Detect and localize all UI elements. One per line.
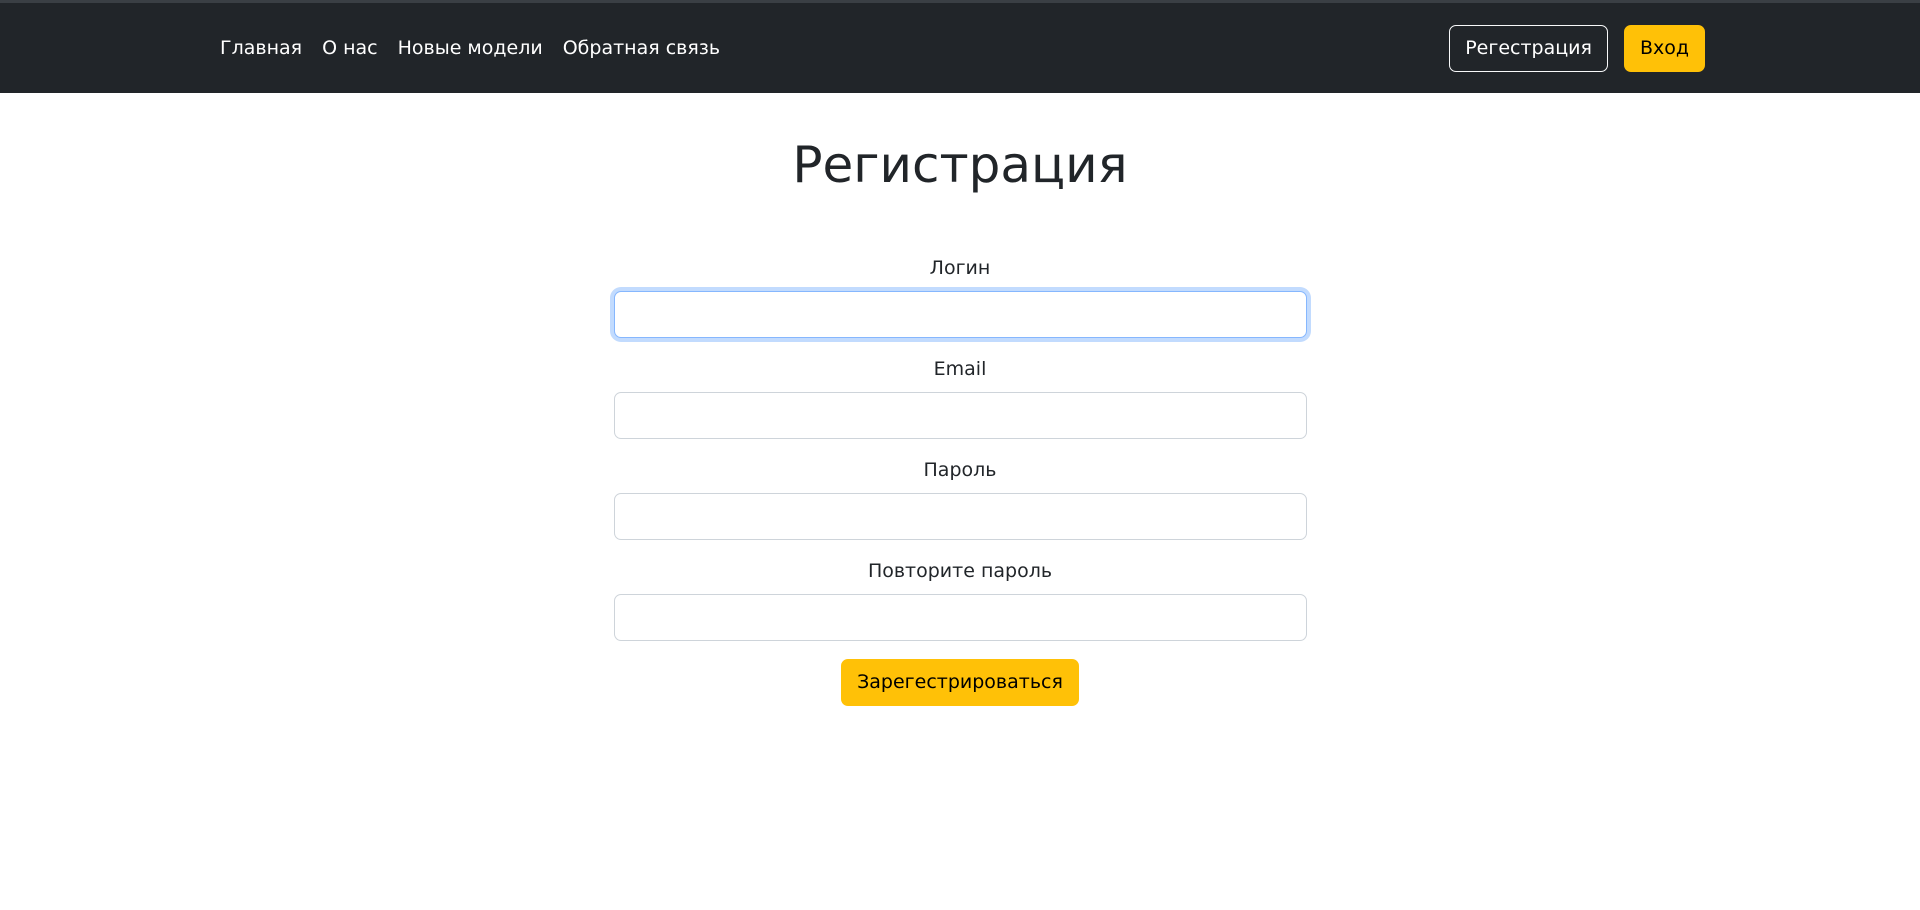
registration-form: Логин Email Пароль Повторите пароль Заре… — [613, 255, 1307, 706]
submit-wrap: Зарегестрироваться — [614, 659, 1307, 706]
nav-actions: Регестрация Вход — [1449, 3, 1705, 93]
login-input[interactable] — [613, 291, 1307, 338]
page-title: Регистрация — [792, 136, 1128, 194]
email-input[interactable] — [613, 392, 1307, 439]
confirm-password-input[interactable] — [613, 594, 1307, 641]
email-label: Email — [933, 358, 987, 380]
nav-link-home[interactable]: Главная — [220, 37, 302, 59]
main-content: Регистрация Логин Email Пароль Повторите… — [0, 93, 1920, 706]
navbar: Главная О нас Новые модели Обратная связ… — [0, 3, 1920, 93]
password-label: Пароль — [923, 459, 997, 481]
nav-link-about[interactable]: О нас — [322, 37, 378, 59]
login-label: Логин — [929, 257, 991, 279]
nav-link-new-models[interactable]: Новые модели — [398, 37, 543, 59]
nav-links: Главная О нас Новые модели Обратная связ… — [220, 3, 740, 93]
nav-link-feedback[interactable]: Обратная связь — [563, 37, 720, 59]
confirm-password-label: Повторите пароль — [867, 560, 1053, 582]
login-button[interactable]: Вход — [1623, 24, 1705, 72]
register-nav-button[interactable]: Регестрация — [1449, 24, 1608, 72]
submit-register-button[interactable]: Зарегестрироваться — [841, 659, 1079, 706]
password-input[interactable] — [613, 493, 1307, 540]
